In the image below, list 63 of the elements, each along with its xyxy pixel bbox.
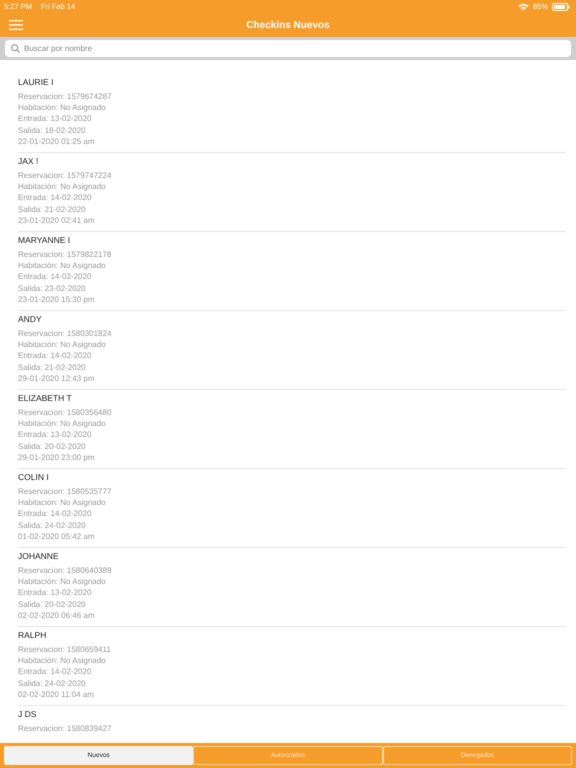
checkin-detail: Entrada: 14-02-2020 — [18, 192, 92, 204]
checkin-detail: Reservacion: 1579822178 — [18, 249, 112, 260]
checkin-detail: Reservacion: 1580839427 — [18, 723, 112, 734]
checkin-detail: Entrada: 13-02-2020 — [18, 587, 92, 599]
guest-name: MARYANNE I — [18, 235, 72, 246]
checkin-detail: Habitación: No Asignado — [18, 181, 107, 192]
nav-title: Checkins Nuevos — [246, 20, 330, 30]
guest-name: ANDY — [18, 314, 43, 325]
checkin-detail: 23-01-2020 02:41 am — [18, 214, 96, 226]
checkin-detail: Habitación: No Asignado — [18, 497, 107, 508]
checkin-detail: Entrada: 14-02-2020 — [18, 271, 92, 283]
guest-name: ELIZABETH T — [18, 393, 73, 404]
guest-name: JAX ! — [18, 156, 40, 167]
checkin-detail: 29-01-2020 23:00 pm — [18, 452, 96, 464]
checkin-detail: Habitación: No Asignado — [18, 102, 107, 114]
checkin-item[interactable]: ELIZABETH T Reservacion: 1580356480 Habitación: No Asignado Entrada: 13-02-2020 Salida: 20-02-2020 29-01-2020 23:00 pm — [18, 390, 566, 469]
checkin-detail: Salida: 24-02-2020 — [18, 678, 87, 689]
checkin-item[interactable]: JAX ! Reservacion: 1579747224 Habitación: No Asignado Entrada: 14-02-2020 Salida: 21-02-2020 23-01-2020 02:41 am — [18, 153, 566, 232]
checkin-detail: Reservacion: 1580301824 — [18, 328, 112, 340]
checkin-item[interactable]: RALPH Reservacion: 1580659411 Habitación: No Asignado Entrada: 14-02-2020 Salida: 24-02-2020 02-02-2020 11:04 am — [18, 627, 566, 706]
guest-name: LAURIE I — [18, 77, 54, 88]
checkin-detail: Salida: 21-02-2020 — [18, 362, 87, 373]
checkin-detail: Habitación: No Asignado — [18, 260, 107, 272]
checkin-item[interactable]: LAURIE I Reservacion: 1579674287 Habitación: No Asignado Entrada: 13-02-2020 Salida: 18-02-2020 22-01-2020 01:25 am — [18, 74, 566, 153]
checkin-item[interactable]: ANDY Reservacion: 1580301824 Habitación: No Asignado Entrada: 14-02-2020 Salida: 21-02-2020 29-01-2020 12:43 pm — [18, 311, 566, 390]
checkin-detail: Reservacion: 1579747224 — [18, 170, 112, 182]
battery-icon — [552, 2, 570, 10]
checkin-detail: Reservacion: 1580535777 — [18, 486, 112, 498]
menu-icon[interactable] — [9, 20, 23, 30]
checkin-detail: Salida: 18-02-2020 — [18, 124, 87, 136]
checkin-item[interactable]: MARYANNE I Reservacion: 1579822178 Habitación: No Asignado Entrada: 14-02-2020 Salida: 23-02-2020 23-01-2020 15:30 pm — [18, 232, 566, 311]
checkin-detail: 29-01-2020 12:43 pm — [18, 372, 96, 384]
checkin-detail: Salida: 24-02-2020 — [18, 520, 87, 531]
guest-name: COLIN I — [18, 472, 50, 483]
checkin-detail: Habitación: No Asignado — [18, 418, 107, 430]
guest-name: JOHANNE — [18, 551, 60, 562]
checkin-detail: Habitación: No Asignado — [18, 576, 107, 588]
checkin-detail: Reservacion: 1580356480 — [18, 407, 112, 418]
guest-name: J DS — [18, 709, 38, 720]
checkin-detail: Habitación: No Asignado — [18, 339, 107, 350]
checkin-detail: Entrada: 14-02-2020 — [18, 508, 92, 520]
checkin-detail: Habitación: No Asignado — [18, 655, 107, 666]
wifi-icon — [518, 2, 529, 10]
checkin-detail: 23-01-2020 15:30 pm — [18, 294, 96, 306]
checkin-detail: Entrada: 13-02-2020 — [18, 429, 92, 441]
checkin-detail: Reservacion: 1579674287 — [18, 91, 112, 102]
checkin-detail: 01-02-2020 05:42 am — [18, 530, 96, 542]
checkin-detail: Salida: 23-02-2020 — [18, 282, 87, 294]
checkin-item[interactable]: JOHANNE Reservacion: 1580640389 Habitación: No Asignado Entrada: 13-02-2020 Salida: 20-02-2020 02-02-2020 06:46 am — [18, 548, 566, 627]
checkin-detail: Reservacion: 1580640389 — [18, 565, 112, 576]
checkin-detail: Salida: 20-02-2020 — [18, 598, 87, 610]
checkin-detail: 02-02-2020 11:04 am — [18, 688, 95, 700]
checkin-detail: Salida: 21-02-2020 — [18, 204, 87, 215]
checkin-detail: Salida: 20-02-2020 — [18, 440, 87, 452]
search-field[interactable]: Buscar por nombre — [5, 40, 571, 57]
checkin-detail: Entrada: 14-02-2020 — [18, 666, 92, 678]
checkin-item[interactable]: COLIN I Reservacion: 1580535777 Habitación: No Asignado Entrada: 14-02-2020 Salida: 24-02-2020 01-02-2020 05:42 am — [18, 469, 566, 548]
checkin-detail: Reservacion: 1580659411 — [18, 644, 112, 656]
checkin-detail: 22-01-2020 01:25 am — [18, 136, 96, 148]
guest-name: RALPH — [18, 630, 48, 641]
checkin-detail: Entrada: 14-02-2020 — [18, 350, 92, 362]
checkin-detail: Entrada: 13-02-2020 — [18, 113, 92, 125]
checkin-detail: 02-02-2020 06:46 am — [18, 610, 96, 622]
